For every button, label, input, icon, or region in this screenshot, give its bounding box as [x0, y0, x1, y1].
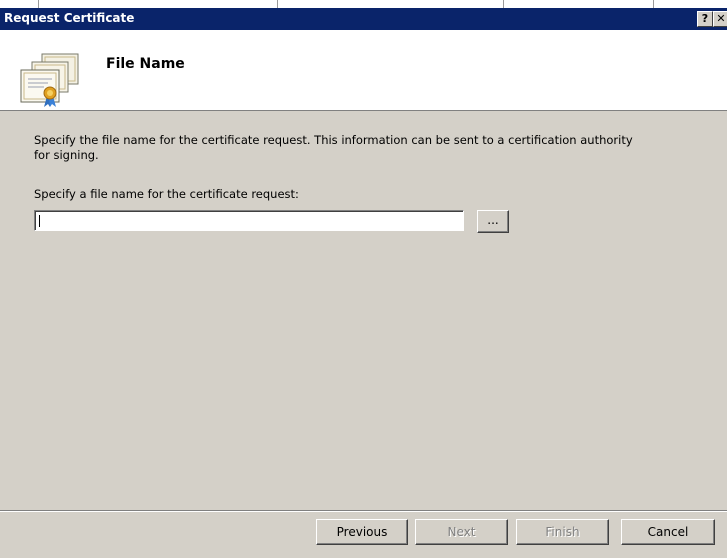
- description-text: Specify the file name for the certificat…: [34, 133, 633, 162]
- file-name-input[interactable]: [34, 210, 464, 231]
- strip-divider: [277, 0, 278, 8]
- background-window-strip: [0, 0, 727, 8]
- finish-button[interactable]: Finish: [516, 519, 609, 545]
- browse-button[interactable]: ...: [477, 210, 509, 233]
- close-button[interactable]: ✕: [713, 11, 727, 27]
- wizard-header: File Name: [0, 30, 727, 111]
- file-name-label: Specify a file name for the certificate …: [34, 187, 299, 201]
- strip-divider: [38, 0, 39, 8]
- help-button[interactable]: ?: [697, 11, 713, 27]
- previous-button[interactable]: Previous: [316, 519, 408, 545]
- next-button[interactable]: Next: [415, 519, 508, 545]
- title-bar[interactable]: Request Certificate ? ✕: [0, 8, 727, 30]
- request-certificate-dialog: Request Certificate ? ✕ File Name Specif…: [0, 0, 727, 558]
- wizard-footer: Previous Next Finish Cancel: [0, 510, 727, 558]
- window-title: Request Certificate: [4, 11, 135, 25]
- certificate-icon: [20, 53, 79, 107]
- cancel-button[interactable]: Cancel: [621, 519, 715, 545]
- page-title: File Name: [106, 56, 185, 72]
- strip-divider: [503, 0, 504, 8]
- strip-divider: [653, 0, 654, 8]
